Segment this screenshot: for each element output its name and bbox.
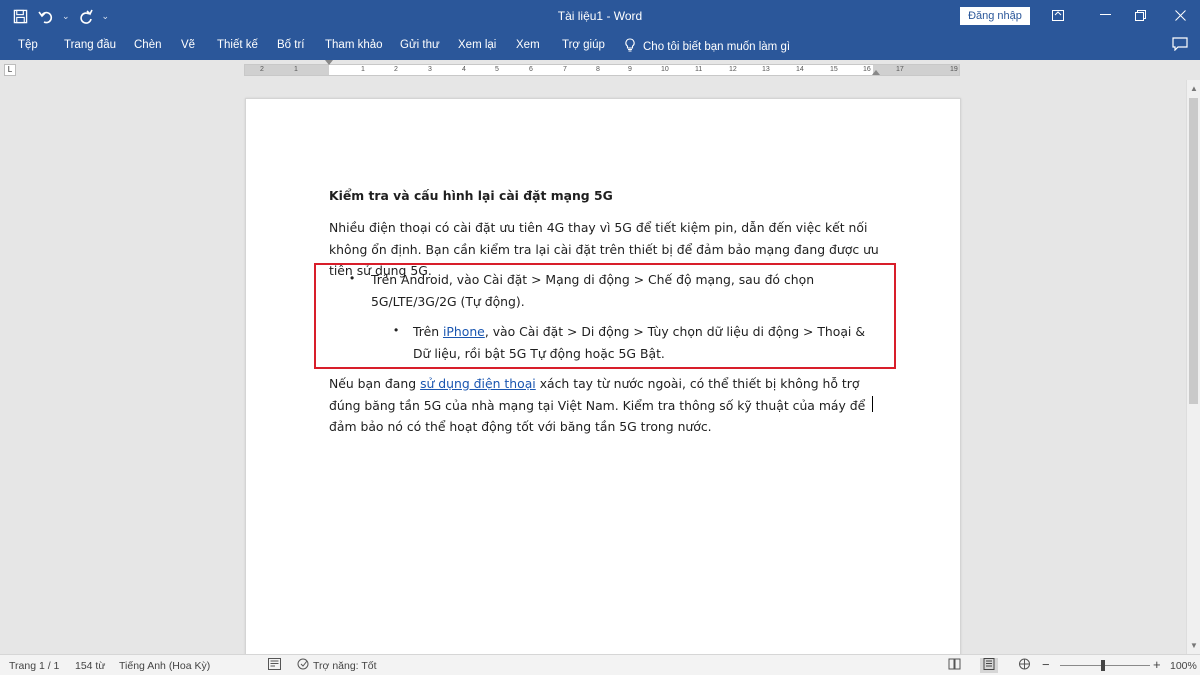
paragraph: Nếu bạn đang sử dụng điện thoại xách tay…: [329, 373, 889, 438]
tab-references[interactable]: Tham khảo: [325, 39, 383, 51]
zoom-level[interactable]: 100%: [1170, 660, 1197, 672]
horizontal-ruler[interactable]: 2 1 1 2 3 4 5 6 7 8 9 10 11 12 13 14 15 …: [244, 60, 960, 76]
tab-view[interactable]: Xem: [516, 39, 540, 51]
ruler-label: 10: [661, 66, 669, 73]
ribbon-tabs: Tệp Trang đầu Chèn Vẽ Thiết kế Bố trí Th…: [0, 32, 1200, 60]
save-icon[interactable]: [10, 6, 30, 26]
word-count[interactable]: 154 từ: [75, 660, 105, 672]
status-bar: Trang 1 / 1 154 từ Tiếng Anh (Hoa Kỳ) Tr…: [0, 654, 1200, 675]
title-bar: ⌄ ⌄ Tài liệu1 - Word Đăng nhập: [0, 0, 1200, 32]
web-layout-icon[interactable]: [1018, 658, 1031, 673]
read-mode-icon[interactable]: [948, 658, 961, 673]
comments-icon[interactable]: [1172, 37, 1188, 55]
ruler-label: 14: [796, 66, 804, 73]
ruler-label: 2: [260, 66, 264, 73]
list-item-text: Trên: [413, 324, 443, 339]
ruler-label: 15: [830, 66, 838, 73]
tab-layout[interactable]: Bố trí: [277, 39, 304, 51]
scroll-down-icon[interactable]: ▼: [1190, 641, 1198, 650]
ruler-label: 9: [628, 66, 632, 73]
iphone-link[interactable]: iPhone: [443, 324, 485, 339]
ruler-label: 5: [495, 66, 499, 73]
list-item-iphone: Trên iPhone, vào Cài đặt > Di động > Tùy…: [413, 321, 883, 364]
ribbon-display-options-icon[interactable]: [1043, 4, 1073, 26]
ruler-label: 17: [896, 66, 904, 73]
ruler-label: 16: [863, 66, 871, 73]
print-layout-icon[interactable]: [980, 658, 998, 673]
ruler-label: 6: [529, 66, 533, 73]
right-indent-marker[interactable]: [872, 70, 880, 75]
zoom-in-button[interactable]: +: [1153, 657, 1161, 672]
text-cursor: [872, 396, 873, 412]
restore-icon[interactable]: [1125, 4, 1155, 26]
proofing-icon[interactable]: [268, 658, 281, 673]
ruler-label: 11: [695, 66, 703, 73]
tab-review[interactable]: Xem lại: [458, 39, 496, 51]
customize-icon[interactable]: ⌄: [102, 11, 110, 22]
ruler-label: 8: [596, 66, 600, 73]
ruler-label: 2: [394, 66, 398, 73]
list-item-android: Trên Android, vào Cài đặt > Mạng di động…: [371, 272, 815, 309]
scroll-thumb[interactable]: [1189, 98, 1198, 404]
undo-dropdown-icon[interactable]: ⌄: [62, 11, 70, 22]
undo-icon[interactable]: [36, 6, 56, 26]
tab-design[interactable]: Thiết kế: [217, 39, 258, 51]
document-page[interactable]: Kiểm tra và cấu hình lại cài đặt mạng 5G…: [245, 98, 961, 654]
tab-help[interactable]: Trợ giúp: [562, 39, 605, 51]
tab-insert[interactable]: Chèn: [134, 39, 162, 51]
zoom-out-button[interactable]: −: [1042, 657, 1050, 672]
minimize-icon[interactable]: [1090, 4, 1120, 26]
zoom-slider-thumb[interactable]: [1101, 660, 1105, 671]
ruler-label: 7: [563, 66, 567, 73]
close-icon[interactable]: [1165, 4, 1195, 26]
tab-home[interactable]: Trang đầu: [64, 39, 116, 51]
tab-draw[interactable]: Vẽ: [181, 39, 195, 51]
accessibility-status[interactable]: Trợ năng: Tốt: [313, 660, 377, 672]
ruler-label: 19: [950, 66, 958, 73]
scroll-up-icon[interactable]: ▲: [1190, 84, 1198, 93]
language-indicator[interactable]: Tiếng Anh (Hoa Kỳ): [119, 660, 210, 672]
ruler-right-margin: [873, 65, 959, 75]
ruler-label: 4: [462, 66, 466, 73]
bullet-icon: •: [350, 271, 355, 285]
ruler-row: L 2 1 1 2 3 4 5 6 7 8 9 10 11 12 13 14 1…: [0, 60, 1200, 80]
vertical-scrollbar[interactable]: ▲ ▼: [1186, 80, 1200, 654]
zoom-slider[interactable]: [1060, 665, 1150, 666]
ruler-label: 13: [762, 66, 770, 73]
bullet-icon: •: [394, 323, 399, 337]
ruler-label: 12: [729, 66, 737, 73]
document-heading: Kiểm tra và cấu hình lại cài đặt mạng 5G: [329, 188, 613, 203]
ruler-label: 1: [361, 66, 365, 73]
tab-selector[interactable]: L: [4, 64, 16, 76]
ruler-label: 1: [294, 66, 298, 73]
ruler-label: 3: [428, 66, 432, 73]
sign-in-button[interactable]: Đăng nhập: [960, 7, 1030, 25]
tell-me-search[interactable]: Cho tôi biết bạn muốn làm gì: [625, 38, 790, 55]
page-count[interactable]: Trang 1 / 1: [9, 660, 59, 672]
first-line-indent-marker[interactable]: [325, 60, 333, 65]
phone-usage-link[interactable]: sử dụng điện thoại: [420, 376, 536, 391]
quick-access-toolbar: ⌄ ⌄: [10, 6, 109, 26]
ruler-left-margin: [245, 65, 329, 75]
redo-icon[interactable]: [76, 6, 96, 26]
tell-me-label: Cho tôi biết bạn muốn làm gì: [643, 40, 791, 53]
lightbulb-icon: [625, 38, 635, 55]
paragraph-text: Nếu bạn đang: [329, 376, 421, 391]
tab-file[interactable]: Tệp: [18, 39, 38, 51]
accessibility-icon[interactable]: [297, 658, 311, 673]
document-area: Kiểm tra và cấu hình lại cài đặt mạng 5G…: [0, 80, 1186, 654]
tab-mailings[interactable]: Gửi thư: [400, 39, 440, 51]
